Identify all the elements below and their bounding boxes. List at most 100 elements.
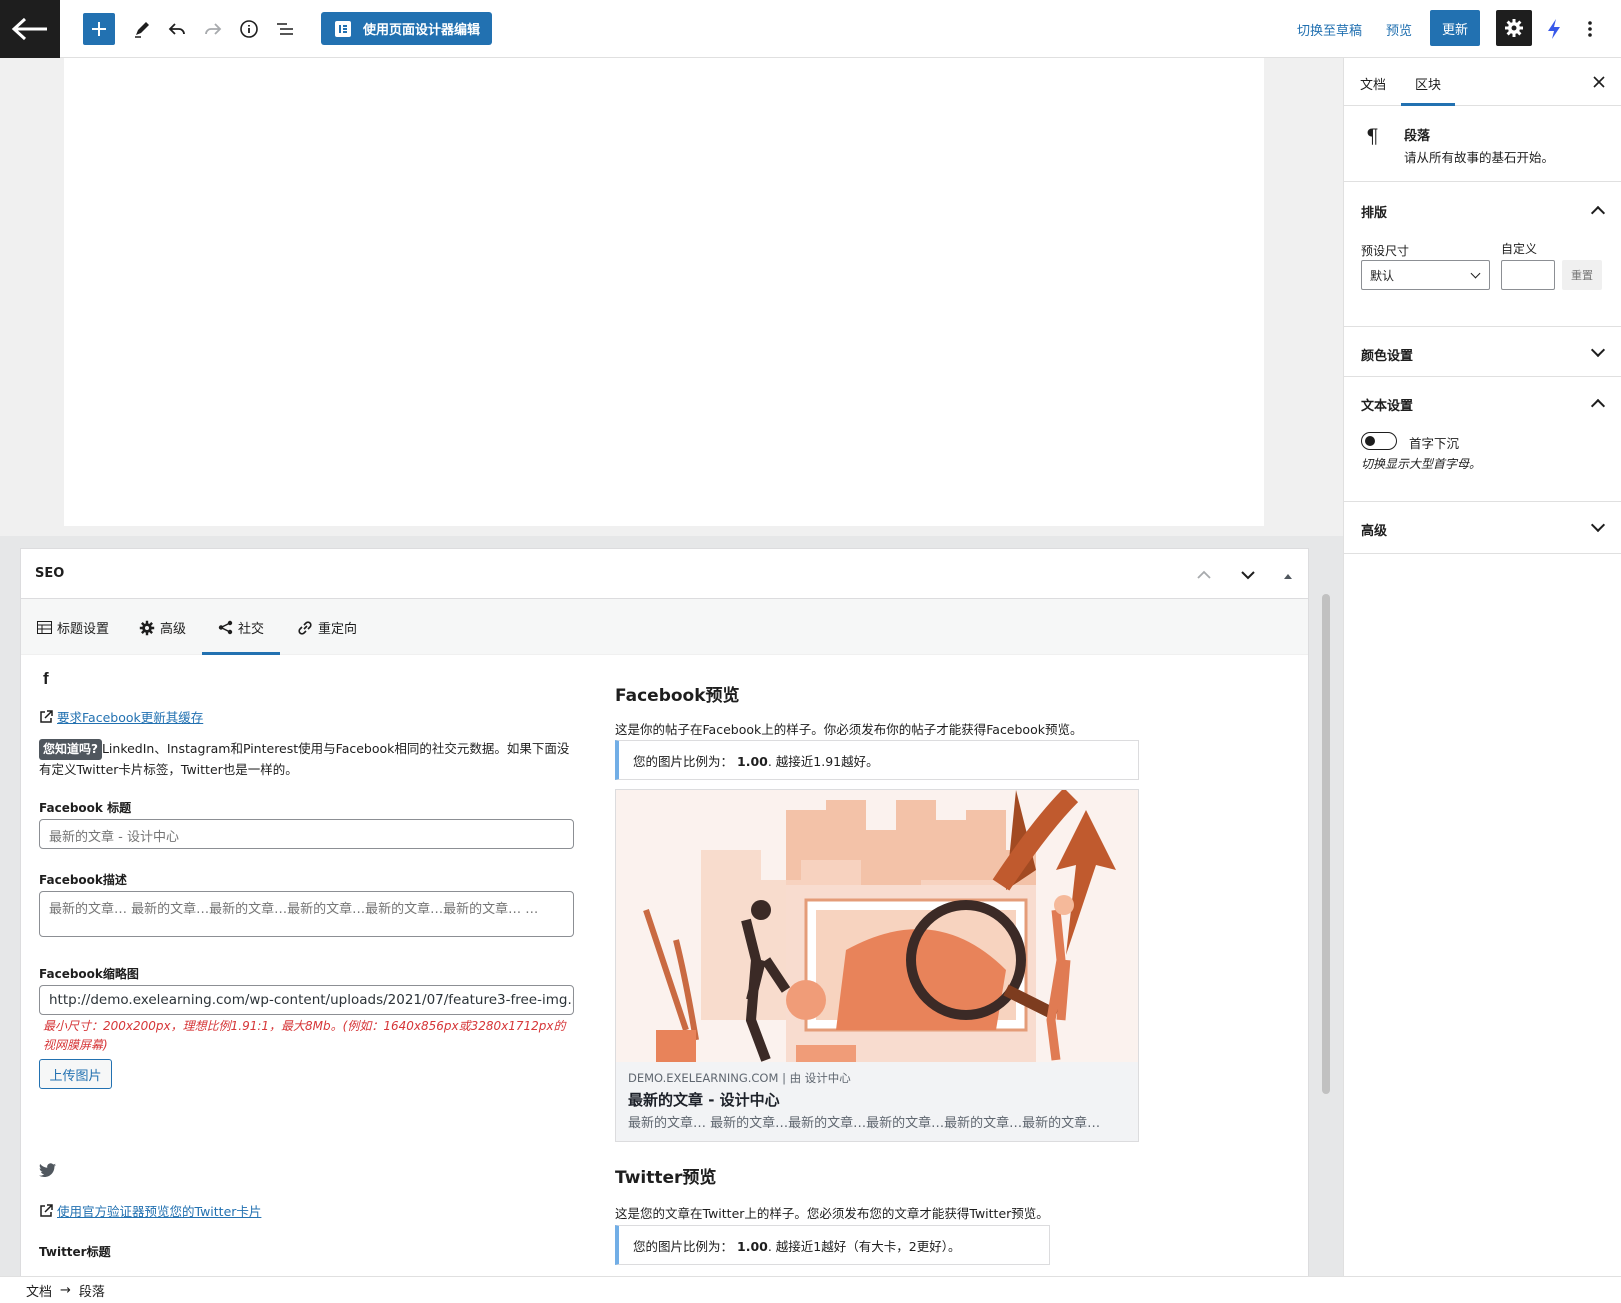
external-link-icon — [40, 1203, 53, 1217]
twitter-icon — [39, 1163, 57, 1182]
facebook-title-input[interactable]: 最新的文章 - 设计中心 — [39, 819, 574, 849]
undo-button[interactable] — [160, 12, 194, 46]
drop-cap-label: 首字下沉 — [1409, 436, 1460, 451]
notice-text: LinkedIn、Instagram和Pinterest使用与Facebook相… — [39, 741, 570, 777]
sidebar-tabs: 文档 区块 — [1344, 58, 1621, 106]
settings-button[interactable] — [1496, 10, 1532, 46]
add-block-button[interactable] — [83, 13, 115, 45]
twitter-validator-link[interactable]: 使用官方验证器预览您的Twitter卡片 — [39, 1201, 261, 1220]
chevron-down-icon — [1590, 517, 1606, 533]
tab-redirect[interactable]: 重定向 — [297, 618, 357, 637]
content-scrollbar[interactable] — [1322, 594, 1330, 1094]
color-panel[interactable]: 颜色设置 — [1344, 327, 1621, 377]
facebook-refresh-link[interactable]: 要求Facebook更新其缓存 — [39, 707, 203, 726]
redo-icon — [205, 23, 222, 35]
facebook-preview-desc: 这是你的帖子在Facebook上的样子。你必须发布你的帖子才能获得Faceboo… — [615, 722, 1083, 737]
elementor-icon — [335, 20, 351, 37]
twitter-ratio-prefix: 您的图片比例为： — [633, 1239, 734, 1254]
update-button[interactable]: 更新 — [1430, 10, 1480, 46]
back-button[interactable] — [0, 0, 60, 58]
tab-social-label: 社交 — [238, 622, 265, 637]
close-sidebar-button[interactable] — [1593, 72, 1605, 93]
tab-social[interactable]: 社交 — [218, 618, 264, 637]
drop-cap-help: 切换显示大型首字母。 — [1361, 457, 1482, 471]
seo-title: SEO — [35, 566, 65, 581]
breadcrumb: 文档 → 段落 — [0, 1276, 1621, 1303]
tab-advanced[interactable]: 高级 — [139, 618, 186, 637]
more-vertical-icon — [1588, 21, 1592, 37]
custom-size-label: 自定义 — [1501, 242, 1538, 256]
tab-title-settings-label: 标题设置 — [57, 622, 110, 637]
facebook-refresh-text: 要求Facebook更新其缓存 — [57, 710, 204, 725]
chevron-up-icon[interactable] — [1590, 205, 1606, 221]
facebook-desc-textarea[interactable]: 最新的文章… 最新的文章…最新的文章…最新的文章…最新的文章…最新的文章… … — [39, 891, 574, 937]
performance-button[interactable] — [1537, 12, 1571, 46]
ratio-value: 1.00 — [737, 754, 768, 769]
card-author: 由 设计中心 — [789, 1071, 851, 1085]
tab-document[interactable]: 文档 — [1360, 74, 1386, 93]
facebook-preview-title: Facebook预览 — [615, 686, 740, 706]
close-icon — [1593, 76, 1605, 88]
gear-icon — [139, 620, 155, 635]
lightning-icon — [1548, 19, 1560, 39]
advanced-title: 高级 — [1361, 524, 1388, 539]
twitter-ratio-suffix: . 越接近1越好（有大卡，2更好）。 — [767, 1239, 961, 1254]
tools-button[interactable] — [125, 12, 159, 46]
move-down-button[interactable] — [1241, 569, 1255, 584]
custom-size-input[interactable] — [1501, 260, 1555, 290]
facebook-preview-image — [616, 790, 1138, 1062]
meta-boxes-area: SEO 标题设置 高级 社交 重定向 f 要求Facebook更新其缓存 您知道… — [0, 536, 1343, 1288]
editor-page[interactable] — [64, 58, 1264, 526]
details-button[interactable] — [232, 12, 266, 46]
twitter-title-label: Twitter标题 — [39, 1245, 111, 1259]
redo-button[interactable] — [196, 12, 230, 46]
block-name: 段落 — [1404, 129, 1431, 144]
text-settings-panel: 文本设置 首字下沉 切换显示大型首字母。 — [1344, 377, 1621, 502]
breadcrumb-document[interactable]: 文档 — [26, 1281, 52, 1300]
thumb-size-warning: 最小尺寸：200x200px，理想比例1.91:1，最大8Mb。(例如：1640… — [43, 1019, 566, 1052]
notice-badge: 您知道吗? — [39, 739, 102, 760]
breadcrumb-paragraph[interactable]: 段落 — [79, 1281, 105, 1300]
advanced-panel[interactable]: 高级 — [1344, 502, 1621, 554]
tab-block[interactable]: 区块 — [1400, 74, 1456, 106]
switch-to-draft-button[interactable]: 切换至草稿 — [1297, 20, 1362, 39]
facebook-notice: 您知道吗? LinkedIn、Instagram和Pinterest使用与Face… — [39, 739, 574, 779]
elementor-edit-button[interactable]: 使用页面设计器编辑 — [321, 12, 492, 45]
ratio-suffix: . 越接近1.91越好。 — [767, 754, 879, 769]
upload-image-button[interactable]: 上传图片 — [39, 1059, 112, 1089]
tab-advanced-label: 高级 — [160, 622, 187, 637]
preview-button[interactable]: 预览 — [1386, 20, 1412, 39]
card-separator: | — [782, 1071, 786, 1085]
twitter-ratio-value: 1.00 — [737, 1239, 768, 1254]
triangle-up-icon — [1284, 574, 1292, 579]
chevron-down-icon — [1590, 342, 1606, 358]
active-tab-indicator — [202, 652, 280, 655]
toggle-panel-button[interactable] — [1283, 569, 1293, 584]
chevron-up-icon[interactable] — [1590, 398, 1606, 414]
seo-metabox: SEO 标题设置 高级 社交 重定向 f 要求Facebook更新其缓存 您知道… — [20, 548, 1309, 1288]
finance-illustration — [616, 790, 1138, 1062]
facebook-card-domain-line: DEMO.EXELEARNING.COM | 由 设计中心 — [628, 1070, 1126, 1086]
arrow-right-icon: → — [60, 1282, 71, 1298]
options-menu-button[interactable] — [1573, 12, 1607, 46]
list-view-button[interactable] — [268, 12, 302, 46]
paragraph-icon: ¶ — [1366, 124, 1379, 148]
tab-title-settings[interactable]: 标题设置 — [37, 618, 109, 637]
gear-icon — [1505, 19, 1523, 37]
undo-icon — [168, 23, 185, 35]
twitter-preview-desc: 这是您的文章在Twitter上的样子。您必须发布您的文章才能获得Twitter预… — [615, 1206, 1049, 1221]
seo-tabs: 标题设置 高级 社交 重定向 — [21, 599, 1308, 655]
drop-cap-toggle[interactable] — [1361, 432, 1397, 450]
typography-title[interactable]: 排版 — [1361, 202, 1387, 221]
preset-size-select[interactable]: 默认 — [1361, 260, 1490, 290]
text-settings-title[interactable]: 文本设置 — [1361, 395, 1413, 414]
card-description: 最新的文章… 最新的文章…最新的文章…最新的文章…最新的文章…最新的文章… — [628, 1116, 1101, 1131]
move-up-button[interactable] — [1197, 569, 1211, 584]
twitter-preview-title: Twitter预览 — [615, 1168, 717, 1188]
reset-button[interactable]: 重置 — [1562, 260, 1602, 290]
editor-canvas — [0, 58, 1343, 536]
block-card: ¶ 段落 请从所有故事的基石开始。 — [1344, 106, 1621, 182]
facebook-title-label: Facebook 标题 — [39, 801, 132, 815]
facebook-thumb-input[interactable]: http://demo.exelearning.com/wp-content/u… — [39, 985, 574, 1015]
color-settings-title: 颜色设置 — [1361, 349, 1414, 364]
